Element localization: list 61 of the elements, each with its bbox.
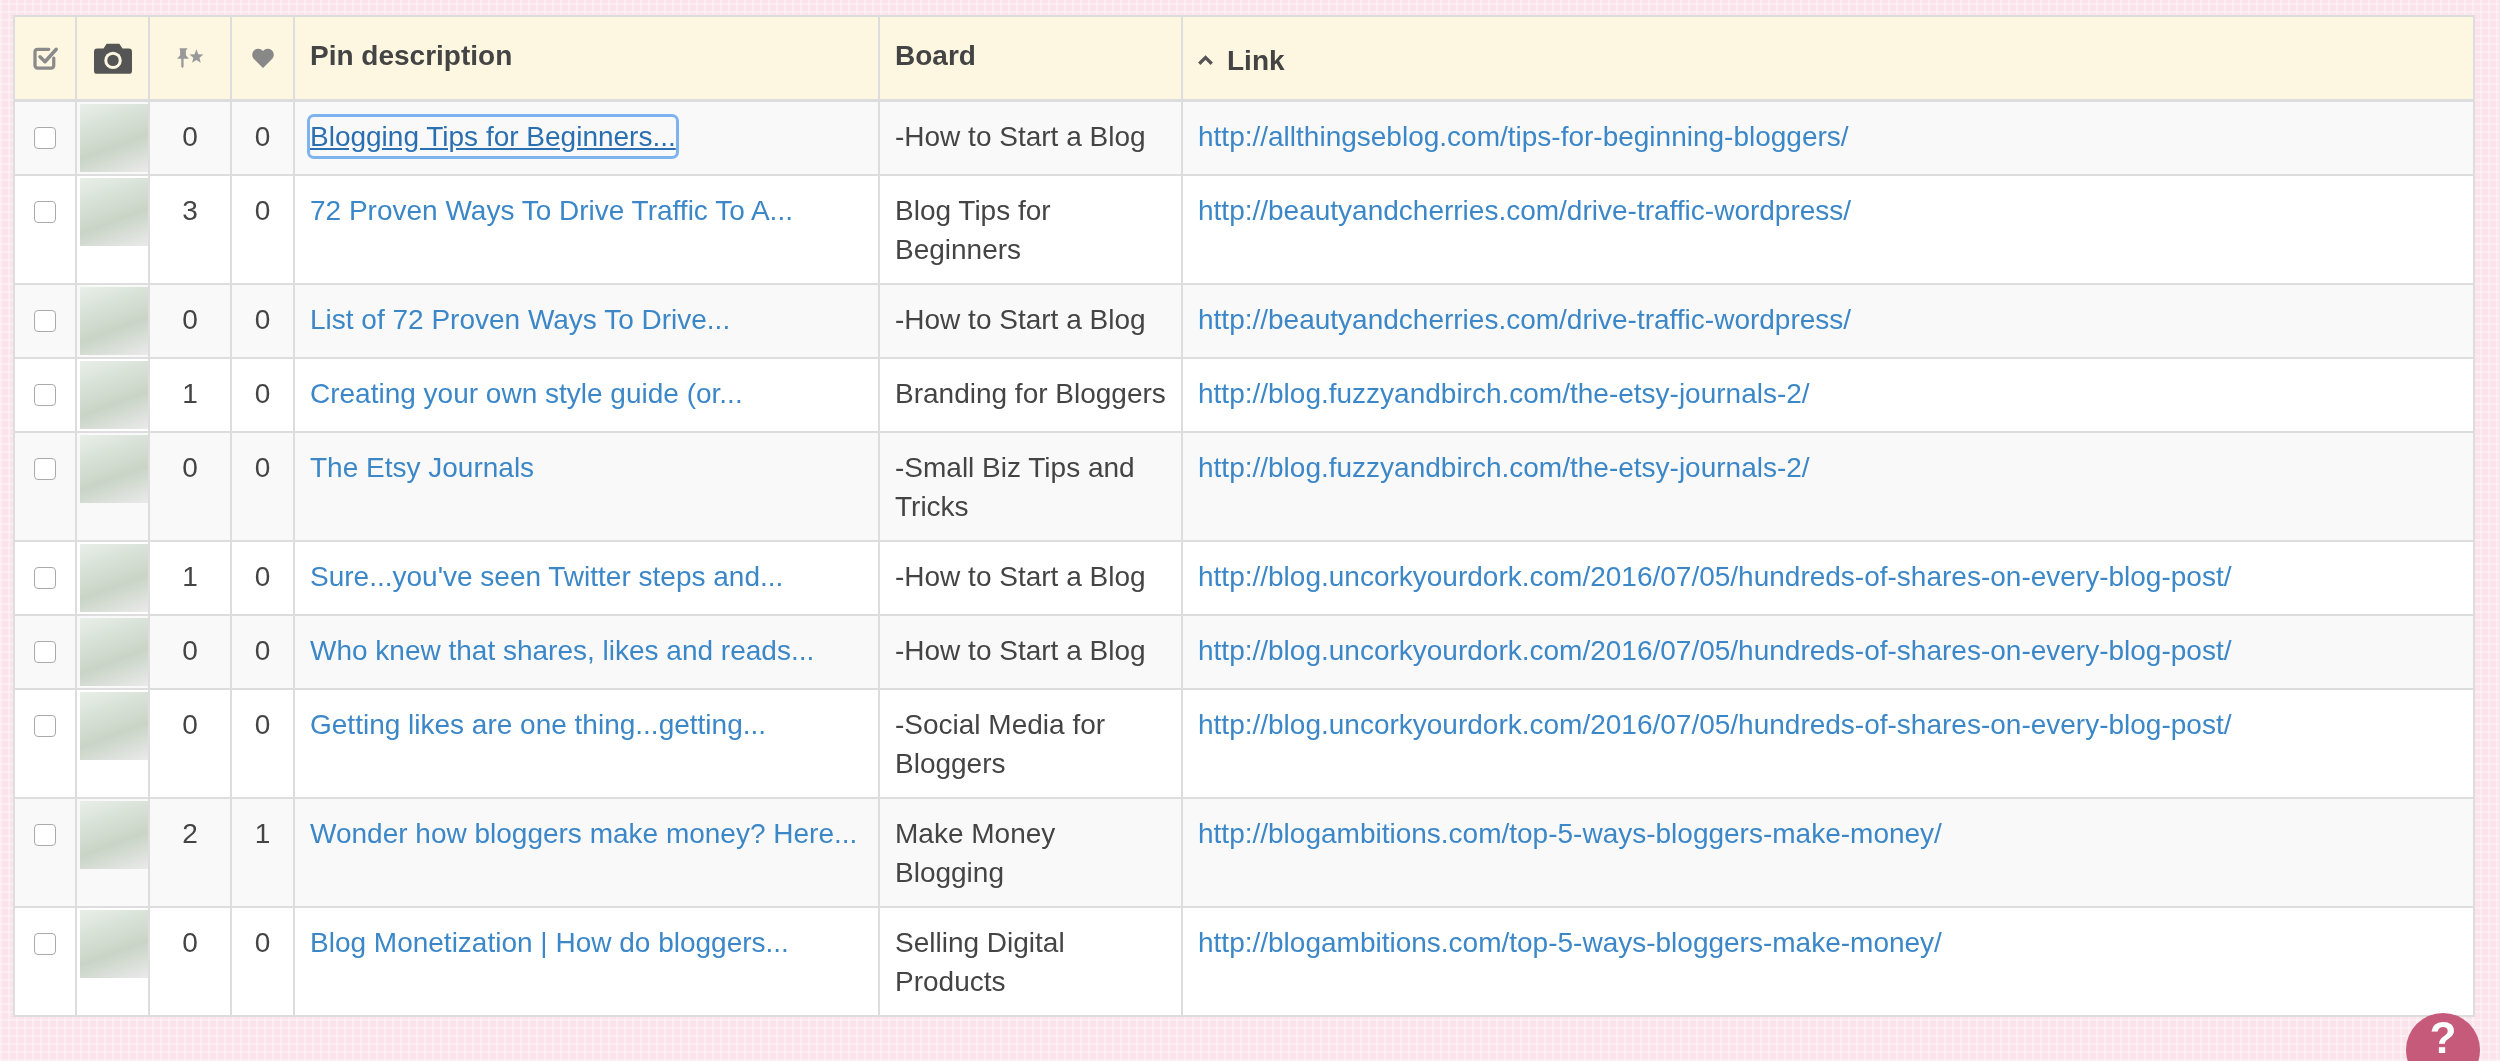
repin-count: 0 [182, 120, 198, 152]
row-checkbox[interactable] [34, 823, 56, 846]
repin-count: 0 [182, 303, 198, 335]
pin-image-placeholder [80, 617, 148, 686]
pin-image-placeholder [80, 800, 148, 869]
like-count: 0 [254, 120, 271, 152]
pin-image-placeholder [80, 434, 148, 503]
pin-image-placeholder [80, 691, 148, 760]
row-checkbox[interactable] [34, 566, 56, 589]
like-count: 0 [254, 303, 271, 335]
repin-count: 2 [182, 817, 198, 849]
board-name: -How to Start a Blog [895, 303, 1146, 335]
repin-count: 0 [182, 451, 198, 483]
like-count: 0 [254, 451, 271, 483]
row-checkbox[interactable] [34, 640, 56, 663]
board-name: -How to Start a Blog [895, 120, 1146, 152]
row-checkbox[interactable] [34, 309, 56, 332]
row-checkbox[interactable] [34, 383, 56, 406]
like-count: 0 [254, 926, 271, 958]
column-header[interactable]: Board [895, 36, 976, 75]
row-checkbox[interactable] [34, 200, 56, 223]
board-name: -How to Start a Blog [895, 560, 1146, 592]
repin-count: 0 [182, 708, 198, 740]
caret-up-icon [1198, 55, 1213, 65]
row-checkbox[interactable] [34, 126, 56, 149]
like-count: 0 [254, 560, 271, 592]
like-count: 0 [254, 377, 271, 409]
repin-count: 3 [182, 194, 198, 226]
board-name: -Small Biz Tips and Tricks [895, 451, 1135, 522]
pin-image-placeholder [80, 909, 148, 978]
board-name: -Social Media for Bloggers [895, 708, 1106, 779]
pin-image-placeholder [80, 360, 148, 429]
pin-url-link[interactable]: http://beautyandcherries.com/drive-traffic-wordpress/ [1198, 190, 1852, 230]
board-name: Selling Digital Products [895, 926, 1065, 997]
pin-description-link[interactable]: The Etsy Journals [310, 447, 535, 487]
pin-image-placeholder [80, 286, 148, 355]
repin-count: 1 [182, 560, 198, 592]
pins-icon [176, 47, 204, 69]
row-checkbox[interactable] [34, 457, 56, 480]
repin-count: 1 [182, 377, 198, 409]
pin-image-placeholder [80, 103, 148, 172]
pin-url-link[interactable]: http://blog.fuzzyandbirch.com/the-etsy-journals-2/ [1198, 447, 1810, 487]
camera-icon [93, 41, 132, 74]
like-count: 0 [254, 634, 271, 666]
heart-icon [250, 46, 275, 69]
board-name: -How to Start a Blog [895, 634, 1146, 666]
pin-image-placeholder [80, 543, 148, 612]
repin-count: 0 [182, 634, 198, 666]
like-count: 1 [254, 817, 271, 849]
board-name: Make Money Blogging [895, 817, 1056, 888]
like-count: 0 [254, 708, 271, 740]
pin-image-placeholder [80, 177, 148, 246]
board-name: Blog Tips for Beginners [895, 194, 1051, 265]
column-header[interactable]: Pin description [310, 36, 513, 75]
like-count: 0 [254, 194, 271, 226]
board-name: Branding for Bloggers [895, 377, 1166, 409]
repin-count: 0 [182, 926, 198, 958]
row-checkbox[interactable] [34, 932, 56, 955]
column-header[interactable]: Link [1198, 40, 1285, 80]
help-button[interactable]: ? [2406, 1013, 2480, 1061]
row-checkbox[interactable] [34, 714, 56, 737]
